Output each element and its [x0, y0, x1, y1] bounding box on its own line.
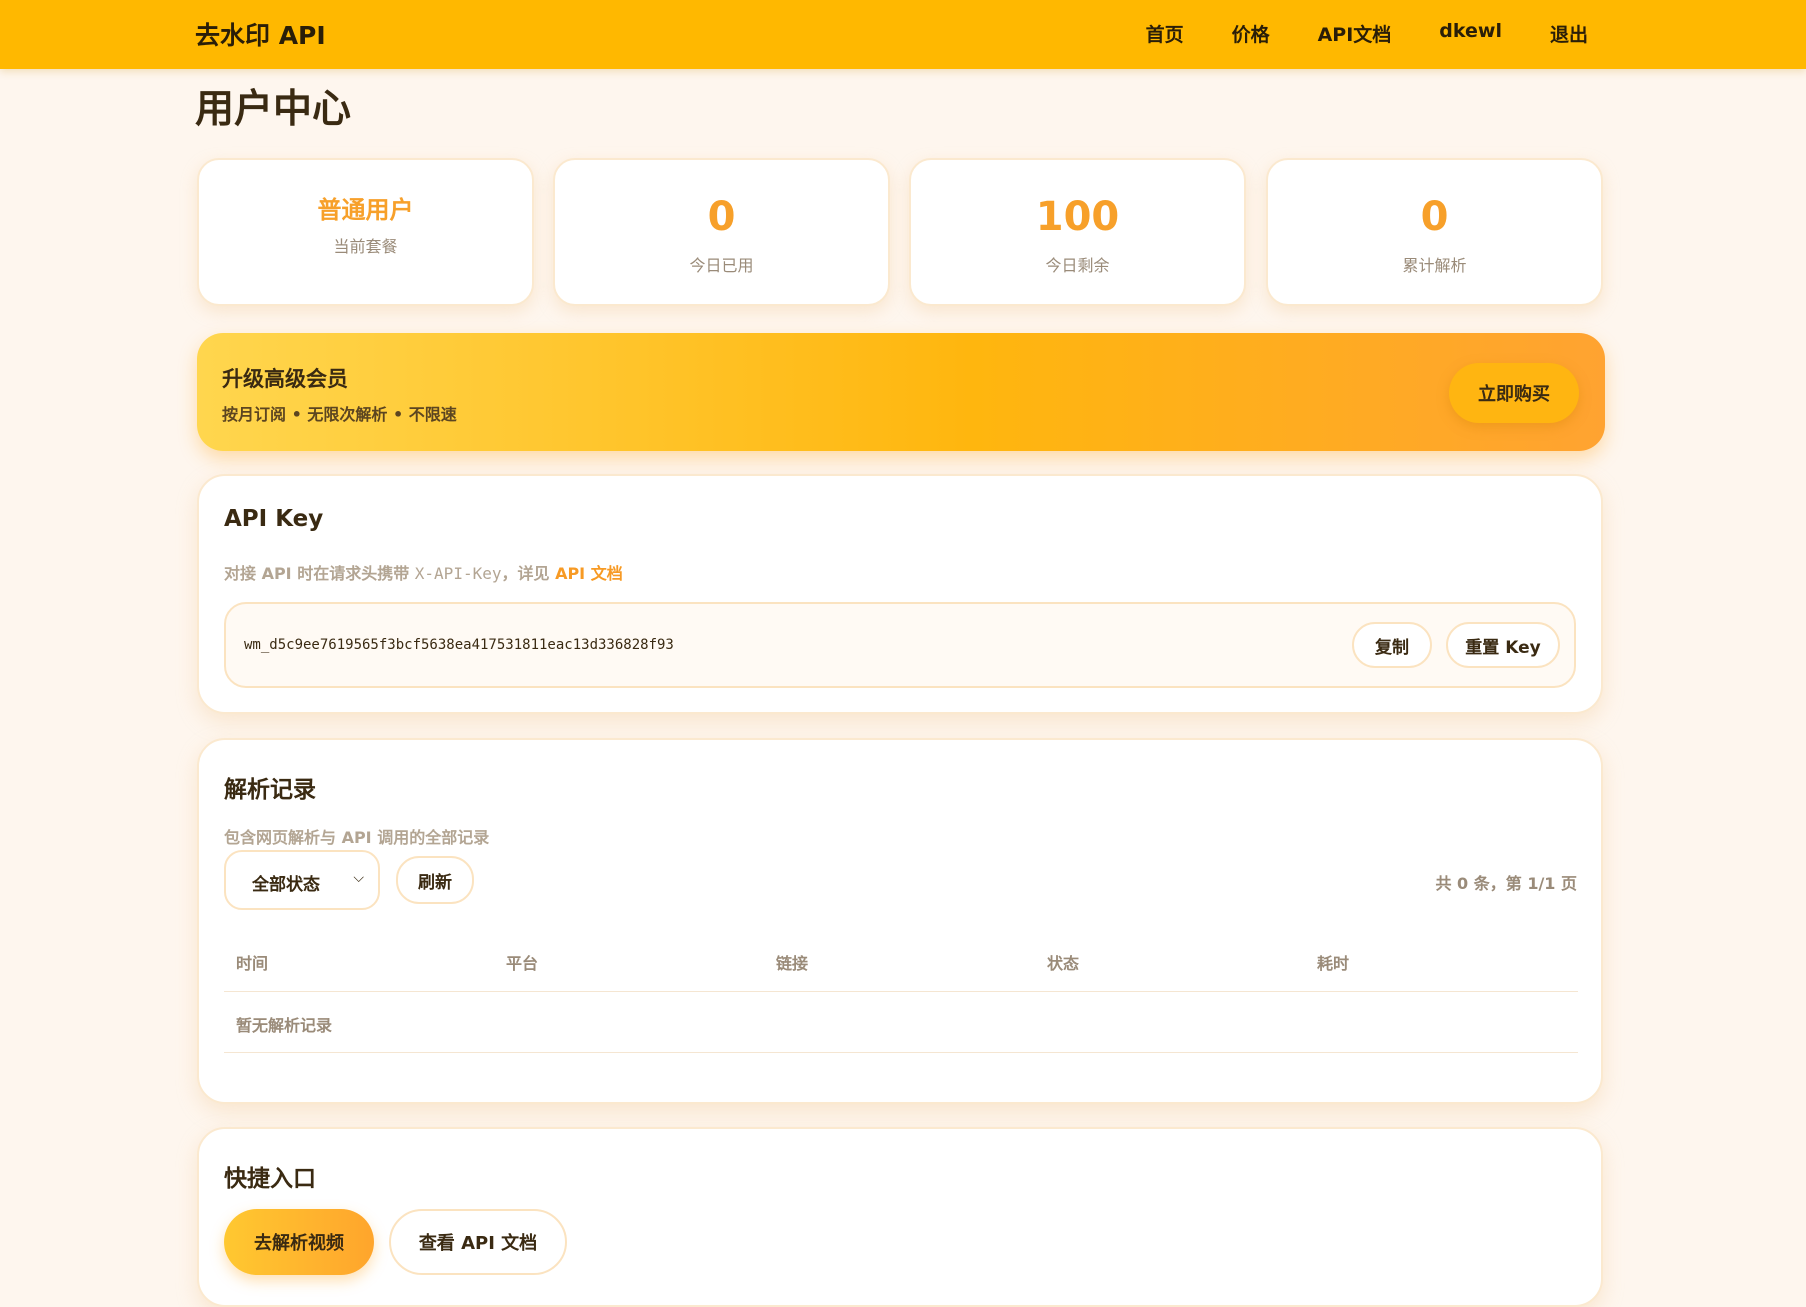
reset-key-button[interactable]: 重置 Key	[1446, 622, 1560, 668]
upgrade-title: 升级高级会员	[222, 367, 348, 391]
stat-value: 0	[707, 194, 736, 240]
refresh-button[interactable]: 刷新	[396, 856, 474, 904]
page-title: 用户中心	[195, 87, 352, 132]
stat-value: 0	[1420, 194, 1449, 240]
api-key-desc-middle: ，详见	[501, 564, 556, 583]
records-panel: 解析记录 包含网页解析与 API 调用的全部记录 全部状态 ⌵ 刷新 共 0 条…	[197, 738, 1603, 1104]
buy-now-button[interactable]: 立即购买	[1449, 363, 1579, 423]
stat-label: 累计解析	[1402, 256, 1467, 275]
status-filter-value: 全部状态	[252, 875, 320, 895]
stat-card-remaining-today: 100 今日剩余	[909, 158, 1246, 306]
column-header-duration: 耗时	[1317, 954, 1350, 973]
api-docs-link[interactable]: API 文档	[555, 564, 623, 583]
stat-label: 今日剩余	[1045, 256, 1110, 275]
api-key-title: API Key	[224, 506, 324, 532]
nav-links: 首页 价格 API文档 dkewl 退出	[1146, 20, 1588, 47]
quick-entry-title: 快捷入口	[224, 1166, 316, 1192]
nav-link-api-docs[interactable]: API文档	[1318, 20, 1392, 47]
table-header-divider	[224, 991, 1578, 992]
column-header-status: 状态	[1047, 954, 1080, 973]
quick-entry-panel: 快捷入口 去解析视频 查看 API 文档	[197, 1127, 1603, 1307]
status-filter-select[interactable]: 全部状态 ⌵	[224, 850, 380, 910]
chevron-down-icon: ⌵	[353, 870, 364, 886]
nav-link-logout[interactable]: 退出	[1550, 20, 1588, 47]
api-key-value[interactable]: wm_d5c9ee7619565f3bcf5638ea417531811eac1…	[244, 637, 674, 653]
empty-records-message: 暂无解析记录	[236, 1016, 333, 1035]
nav-link-home[interactable]: 首页	[1146, 20, 1184, 47]
api-key-description: 对接 API 时在请求头携带 X-API-Key，详见 API 文档	[224, 560, 623, 584]
column-header-platform: 平台	[506, 954, 539, 973]
stat-card-used-today: 0 今日已用	[553, 158, 890, 306]
brand-logo[interactable]: 去水印 API	[195, 16, 326, 52]
nav-link-pricing[interactable]: 价格	[1232, 20, 1270, 47]
column-header-time: 时间	[236, 954, 269, 973]
top-navbar: 去水印 API 首页 价格 API文档 dkewl 退出	[0, 0, 1806, 69]
stat-card-total-parsed: 0 累计解析	[1266, 158, 1603, 306]
upgrade-subtitle: 按月订阅 • 无限次解析 • 不限速	[222, 405, 457, 424]
table-row-divider	[224, 1052, 1578, 1053]
api-key-panel: API Key 对接 API 时在请求头携带 X-API-Key，详见 API …	[197, 474, 1603, 714]
api-key-desc-prefix: 对接 API 时在请求头携带	[224, 564, 415, 583]
nav-link-username[interactable]: dkewl	[1439, 20, 1502, 47]
records-subtitle: 包含网页解析与 API 调用的全部记录	[224, 828, 490, 847]
stat-value: 100	[1035, 194, 1120, 240]
view-api-docs-button[interactable]: 查看 API 文档	[389, 1209, 567, 1275]
upgrade-banner: 升级高级会员 按月订阅 • 无限次解析 • 不限速 立即购买	[197, 333, 1605, 451]
stat-label: 今日已用	[689, 256, 754, 275]
copy-key-button[interactable]: 复制	[1352, 622, 1432, 668]
records-title: 解析记录	[224, 777, 316, 803]
pagination-info: 共 0 条，第 1/1 页	[1435, 874, 1577, 893]
column-header-link: 链接	[776, 954, 809, 973]
stat-card-plan: 普通用户 当前套餐	[197, 158, 534, 306]
parse-video-button[interactable]: 去解析视频	[224, 1209, 374, 1275]
api-key-header-name: X-API-Key	[414, 564, 502, 583]
stat-value: 普通用户	[317, 196, 414, 224]
stat-label: 当前套餐	[333, 237, 398, 256]
api-key-box: wm_d5c9ee7619565f3bcf5638ea417531811eac1…	[224, 602, 1576, 688]
